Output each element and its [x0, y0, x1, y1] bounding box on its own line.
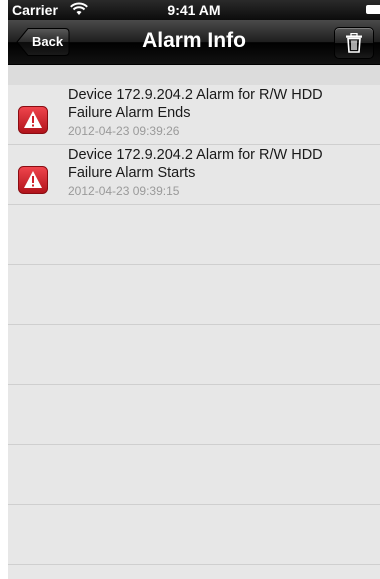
alarm-message: Device 172.9.204.2 Alarm for R/W HDD Fai… [68, 86, 373, 122]
app-screen: Carrier 9:41 AM Back Alarm Info Device 1… [8, 0, 380, 579]
status-bar: Carrier 9:41 AM [8, 0, 380, 20]
alarm-warning-icon [18, 106, 48, 134]
alarm-message-line1: Device 172.9.204.2 Alarm for R/W HDD [68, 87, 323, 103]
list-item[interactable]: Device 172.9.204.2 Alarm for R/W HDD Fai… [8, 145, 380, 205]
alarm-message-line2: Failure Alarm Starts [68, 165, 196, 181]
alarm-list: Device 172.9.204.2 Alarm for R/W HDD Fai… [8, 85, 380, 579]
alarm-message-line1: Device 172.9.204.2 Alarm for R/W HDD [68, 147, 323, 163]
alarm-timestamp: 2012-04-23 09:39:15 [68, 184, 180, 198]
list-item[interactable]: Device 172.9.204.2 Alarm for R/W HDD Fai… [8, 85, 380, 145]
trash-icon [346, 33, 362, 53]
page-title: Alarm Info [142, 29, 246, 52]
alarm-timestamp: 2012-04-23 09:39:26 [68, 124, 180, 138]
delete-button[interactable] [334, 27, 374, 59]
status-time: 9:41 AM [167, 2, 221, 18]
navigation-bar: Back Alarm Info [8, 20, 380, 65]
alarm-message: Device 172.9.204.2 Alarm for R/W HDD Fai… [68, 146, 373, 182]
alarm-warning-icon [18, 166, 48, 194]
battery-icon [366, 5, 380, 14]
alarm-message-line2: Failure Alarm Ends [68, 105, 191, 121]
